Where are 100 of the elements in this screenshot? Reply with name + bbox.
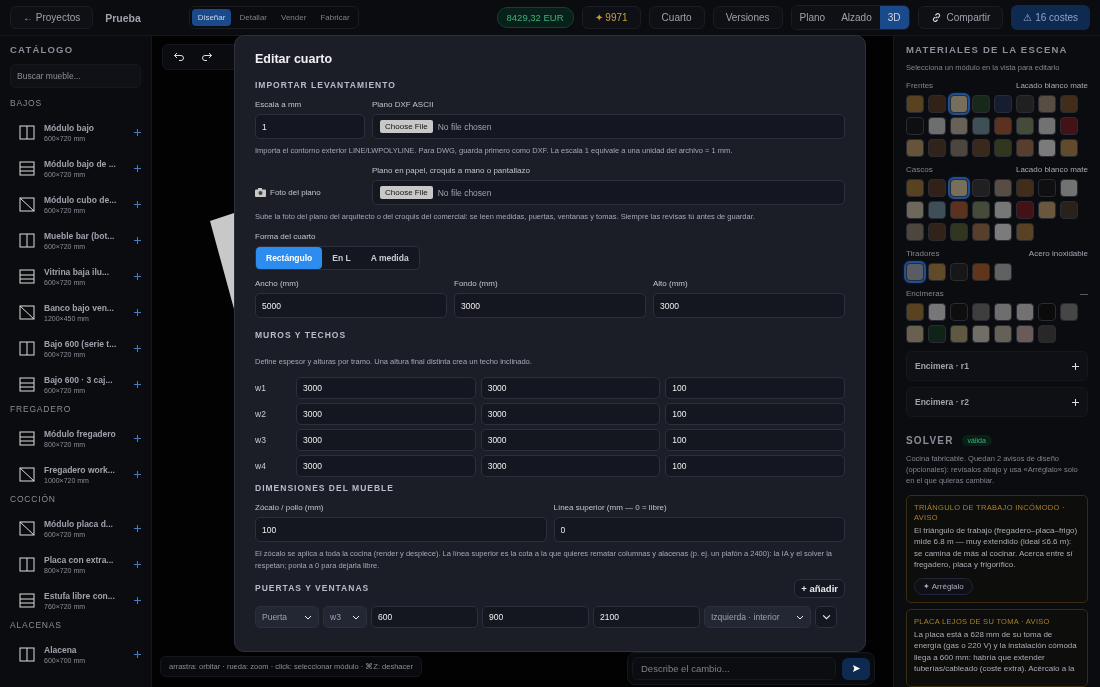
color-swatch[interactable] <box>1060 303 1078 321</box>
color-swatch[interactable] <box>928 303 946 321</box>
color-swatch[interactable] <box>950 303 968 321</box>
color-swatch[interactable] <box>972 325 990 343</box>
file-field[interactable]: Choose File No file chosen <box>372 180 845 205</box>
shape-option[interactable]: En L <box>322 247 361 269</box>
wall-field[interactable]: 100 <box>665 377 845 399</box>
color-swatch[interactable] <box>928 117 946 135</box>
view-tab[interactable]: Plano <box>791 6 834 29</box>
color-swatch[interactable] <box>994 223 1012 241</box>
color-swatch[interactable] <box>994 263 1012 281</box>
module-name[interactable]: Vitrina baja ilu... <box>44 266 126 277</box>
redo-icon[interactable] <box>201 51 213 63</box>
color-swatch[interactable] <box>950 325 968 343</box>
toolbar-button[interactable]: Cuarto <box>648 6 705 29</box>
undo-icon[interactable] <box>173 51 185 63</box>
color-swatch[interactable] <box>950 223 968 241</box>
color-swatch[interactable] <box>906 179 924 197</box>
color-swatch[interactable] <box>972 95 990 113</box>
module-name[interactable]: Mueble bar (bot... <box>44 230 126 241</box>
countertop-row[interactable]: Encimera · r2 <box>906 387 1088 417</box>
color-swatch[interactable] <box>950 139 968 157</box>
color-swatch[interactable] <box>1038 325 1056 343</box>
search-field[interactable]: Buscar mueble... <box>10 64 141 88</box>
wall-select[interactable]: w3 <box>323 606 367 628</box>
color-swatch[interactable] <box>906 303 924 321</box>
choose-file-button[interactable]: Choose File <box>380 186 433 199</box>
color-swatch[interactable] <box>972 179 990 197</box>
color-swatch[interactable] <box>994 179 1012 197</box>
color-swatch[interactable] <box>950 263 968 281</box>
module-name[interactable]: Bajo 600 · 3 caj... <box>44 374 126 385</box>
wall-field[interactable]: 100 <box>665 403 845 425</box>
wall-field[interactable]: 3000 <box>296 377 476 399</box>
opening-field[interactable]: 900 <box>482 606 589 628</box>
color-swatch[interactable] <box>1038 201 1056 219</box>
module-name[interactable]: Banco bajo ven... <box>44 302 126 313</box>
color-swatch[interactable] <box>1016 325 1034 343</box>
module-name[interactable]: Placa con extra... <box>44 554 126 565</box>
color-swatch[interactable] <box>928 325 946 343</box>
color-swatch[interactable] <box>906 325 924 343</box>
module-name[interactable]: Estufa libre con... <box>44 590 126 601</box>
type-select[interactable]: Puerta <box>255 606 319 628</box>
color-swatch[interactable] <box>994 303 1012 321</box>
opening-field[interactable]: 600 <box>371 606 478 628</box>
color-swatch[interactable] <box>972 263 990 281</box>
wall-field[interactable]: 3000 <box>480 403 661 425</box>
color-swatch[interactable] <box>906 223 924 241</box>
color-swatch[interactable] <box>1038 95 1056 113</box>
wall-field[interactable]: 3000 <box>296 455 476 477</box>
wall-field[interactable]: 100 <box>665 455 845 477</box>
dimension-field[interactable]: 3000 <box>653 293 845 318</box>
color-swatch[interactable] <box>906 139 924 157</box>
shape-option[interactable]: A medida <box>360 247 419 269</box>
dimension-field[interactable]: 5000 <box>255 293 447 318</box>
color-swatch[interactable] <box>1060 139 1078 157</box>
furniture-field[interactable]: 0 <box>553 517 845 542</box>
wall-field[interactable]: 3000 <box>480 429 661 451</box>
scale-field[interactable]: 1 <box>255 114 365 139</box>
share-button[interactable]: Compartir <box>917 6 1004 29</box>
mode-tab[interactable]: Vender <box>275 9 313 26</box>
color-swatch[interactable] <box>1038 303 1056 321</box>
mode-tab[interactable]: Detallar <box>233 9 273 26</box>
color-swatch[interactable] <box>928 179 946 197</box>
color-swatch[interactable] <box>1060 179 1078 197</box>
color-swatch[interactable] <box>950 201 968 219</box>
module-name[interactable]: Módulo fregadero <box>44 428 126 439</box>
module-name[interactable]: Bajo 600 (serie t... <box>44 338 126 349</box>
send-button[interactable] <box>842 657 870 680</box>
choose-file-button[interactable]: Choose File <box>380 120 433 133</box>
color-swatch[interactable] <box>1060 201 1078 219</box>
color-swatch[interactable] <box>906 201 924 219</box>
color-swatch[interactable] <box>1016 139 1034 157</box>
color-swatch[interactable] <box>994 117 1012 135</box>
color-swatch[interactable] <box>1016 201 1034 219</box>
color-swatch[interactable] <box>906 117 924 135</box>
color-swatch[interactable] <box>950 179 968 197</box>
module-name[interactable]: Módulo placa d... <box>44 518 126 529</box>
module-name[interactable]: Fregadero work... <box>44 464 126 475</box>
back-button[interactable]: ← Proyectos <box>10 6 94 29</box>
toolbar-button[interactable]: Versiones <box>712 6 783 29</box>
color-swatch[interactable] <box>994 139 1012 157</box>
color-swatch[interactable] <box>928 201 946 219</box>
view-tab[interactable]: 3D <box>879 6 909 29</box>
color-swatch[interactable] <box>1038 179 1056 197</box>
color-swatch[interactable] <box>994 325 1012 343</box>
color-swatch[interactable] <box>928 223 946 241</box>
color-swatch[interactable] <box>928 263 946 281</box>
color-swatch[interactable] <box>1016 179 1034 197</box>
color-swatch[interactable] <box>994 95 1012 113</box>
fix-button[interactable]: ✦ Arréglalo <box>914 578 973 595</box>
chat-input[interactable]: Describe el cambio... <box>632 657 836 680</box>
color-swatch[interactable] <box>972 117 990 135</box>
color-swatch[interactable] <box>1038 139 1056 157</box>
countertop-row[interactable]: Encimera · r1 <box>906 351 1088 381</box>
module-name[interactable]: Alacena <box>44 644 126 655</box>
file-field[interactable]: Choose File No file chosen <box>372 114 845 139</box>
opening-field[interactable]: 2100 <box>593 606 700 628</box>
module-name[interactable]: Módulo bajo de ... <box>44 158 126 169</box>
color-swatch[interactable] <box>1016 95 1034 113</box>
wall-field[interactable]: 3000 <box>296 429 476 451</box>
